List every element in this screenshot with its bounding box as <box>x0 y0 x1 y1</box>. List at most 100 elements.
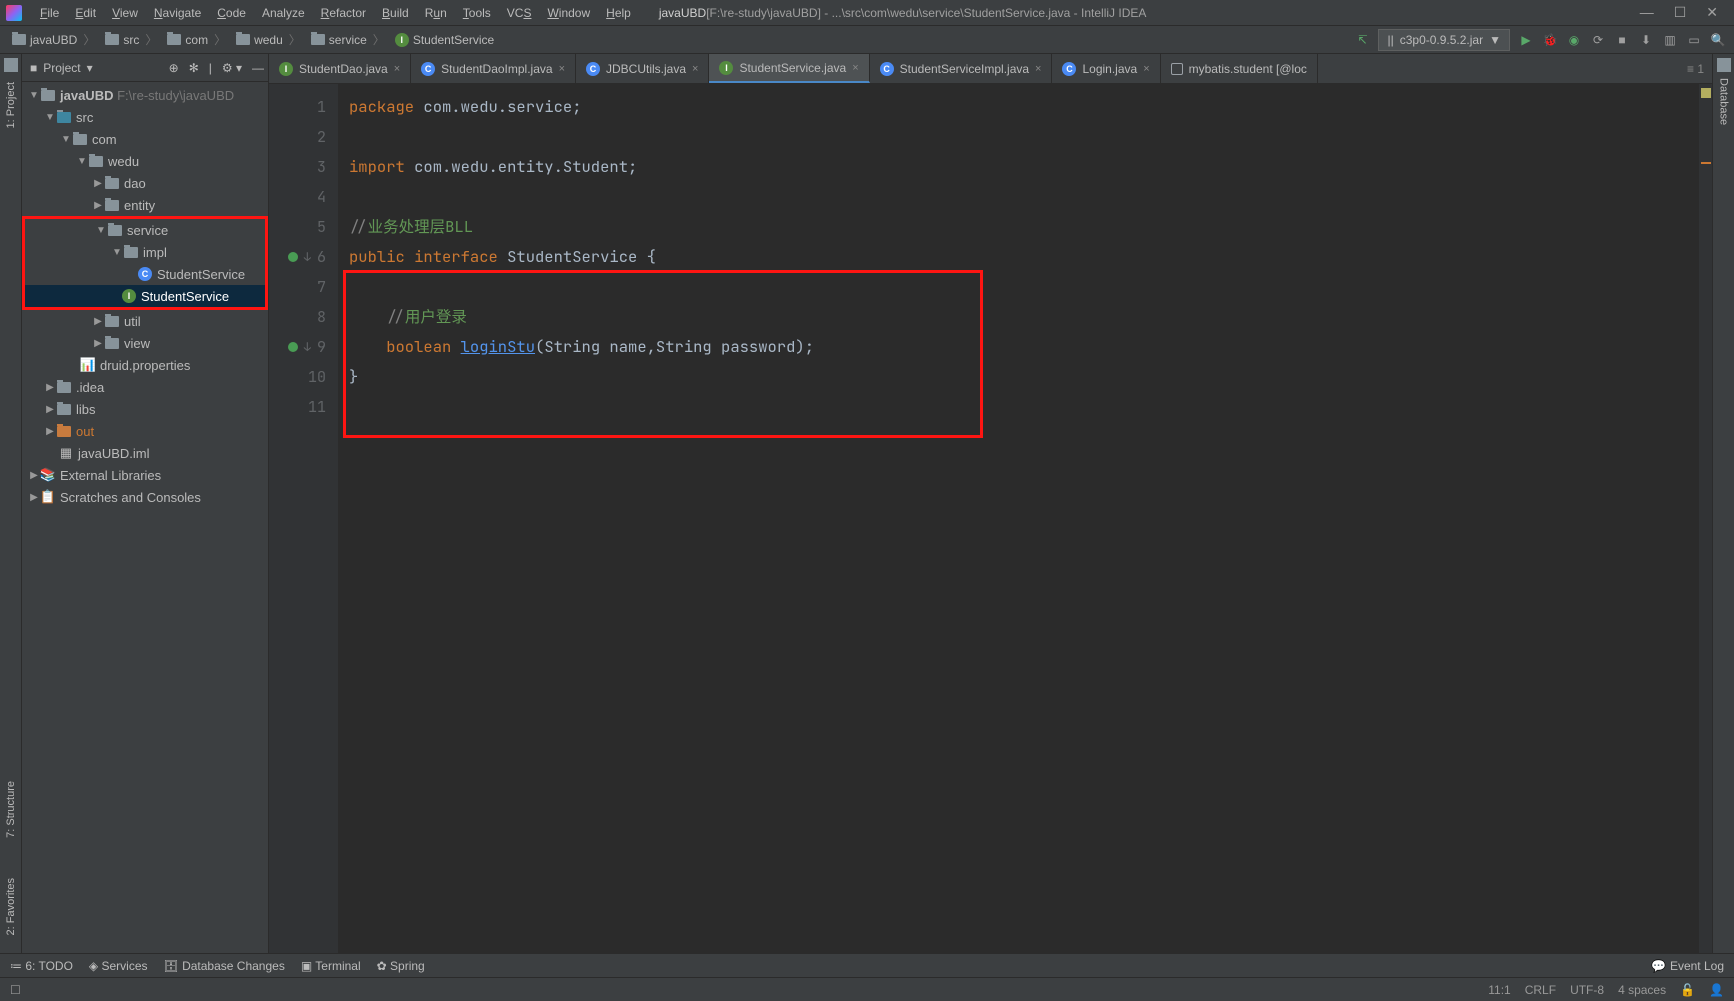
terminal-tool-tab[interactable]: ▣ Terminal <box>301 959 361 973</box>
tree-scratches[interactable]: ▶📋Scratches and Consoles <box>22 486 268 508</box>
close-icon[interactable]: × <box>1143 63 1149 75</box>
structure-tool-tab[interactable]: 7: Structure <box>5 775 17 844</box>
database-tool-tab[interactable]: Database <box>1718 72 1730 131</box>
tree-studentserviceimpl[interactable]: CStudentService <box>25 263 265 285</box>
tab-login[interactable]: CLogin.java× <box>1052 54 1160 83</box>
back-icon[interactable]: ↸ <box>1354 32 1370 48</box>
indent-status[interactable]: 4 spaces <box>1618 983 1666 997</box>
hide-icon[interactable]: — <box>252 61 264 75</box>
tab-studentdaoimpl[interactable]: CStudentDaoImpl.java× <box>411 54 576 83</box>
breadcrumb-class[interactable]: IStudentService <box>391 33 498 47</box>
dbchanges-tool-tab[interactable]: 🗄 Database Changes <box>164 959 285 973</box>
menu-tools[interactable]: Tools <box>455 4 499 22</box>
breadcrumb-wedu[interactable]: wedu〉 <box>232 31 307 48</box>
editor-gutter[interactable]: 1 2 3 4 5 ↓6 7 8 ↓9 10 11 <box>269 84 339 953</box>
tree-out[interactable]: ▶out <box>22 420 268 442</box>
tab-overflow[interactable]: ≡ 1 <box>1679 54 1712 83</box>
coverage-icon[interactable]: ◉ <box>1566 32 1582 48</box>
todo-tool-tab[interactable]: ≔ 6: TODO <box>10 959 73 973</box>
tree-service[interactable]: ▼service <box>25 219 265 241</box>
warning-stripe-mark[interactable] <box>1701 162 1711 164</box>
tree-wedu[interactable]: ▼wedu <box>22 150 268 172</box>
line-number[interactable]: 3 <box>269 152 334 182</box>
tree-root[interactable]: ▼javaUBD F:\re-study\javaUBD <box>22 84 268 106</box>
close-icon[interactable]: × <box>1035 63 1041 75</box>
locate-icon[interactable]: ⊕ <box>169 61 179 75</box>
minimize-icon[interactable]: — <box>1640 4 1654 21</box>
project-panel-title[interactable]: ■ Project ▾ <box>30 61 93 75</box>
close-icon[interactable]: × <box>559 63 565 75</box>
run-config-selector[interactable]: ||c3p0-0.9.5.2.jar▼ <box>1378 29 1510 51</box>
line-number[interactable]: 1 <box>269 92 334 122</box>
line-number[interactable]: 8 <box>269 302 334 332</box>
run-icon[interactable]: ▶ <box>1518 32 1534 48</box>
eventlog-tool-tab[interactable]: 💬 Event Log <box>1651 959 1724 973</box>
breadcrumb-src[interactable]: src〉 <box>101 31 163 48</box>
override-gutter-icon[interactable] <box>288 342 298 352</box>
breadcrumb-service[interactable]: service〉 <box>307 31 391 48</box>
menu-file[interactable]: File <box>32 4 67 22</box>
tree-impl[interactable]: ▼impl <box>25 241 265 263</box>
project-tree[interactable]: ▼javaUBD F:\re-study\javaUBD ▼src ▼com ▼… <box>22 82 268 953</box>
menu-help[interactable]: Help <box>598 4 639 22</box>
tab-studentserviceimpl[interactable]: CStudentServiceImpl.java× <box>870 54 1053 83</box>
readonly-lock-icon[interactable]: 🔓 <box>1680 983 1695 997</box>
warning-marker-icon[interactable] <box>1701 88 1711 98</box>
menu-vcs[interactable]: VCS <box>499 4 540 22</box>
database-tool-icon[interactable] <box>1717 58 1731 72</box>
search-icon[interactable]: 🔍 <box>1710 32 1726 48</box>
line-number[interactable]: 4 <box>269 182 334 212</box>
tree-dao[interactable]: ▶dao <box>22 172 268 194</box>
line-number[interactable]: ↓9 <box>269 332 334 362</box>
line-number[interactable]: 5 <box>269 212 334 242</box>
breadcrumb-com[interactable]: com〉 <box>163 31 232 48</box>
tree-src[interactable]: ▼src <box>22 106 268 128</box>
menu-build[interactable]: Build <box>374 4 417 22</box>
close-icon[interactable]: × <box>394 63 400 75</box>
menu-view[interactable]: View <box>104 4 146 22</box>
editor-marker-stripe[interactable] <box>1698 84 1712 953</box>
close-icon[interactable]: ✕ <box>1706 4 1718 21</box>
debug-icon[interactable]: 🐞 <box>1542 32 1558 48</box>
settings-icon[interactable]: ▭ <box>1686 32 1702 48</box>
line-number[interactable]: 7 <box>269 272 334 302</box>
line-number[interactable]: 10 <box>269 362 334 392</box>
tree-idea[interactable]: ▶.idea <box>22 376 268 398</box>
maximize-icon[interactable]: ☐ <box>1674 4 1687 21</box>
favorites-tool-tab[interactable]: 2: Favorites <box>5 872 17 941</box>
tree-view[interactable]: ▶view <box>22 332 268 354</box>
project-structure-icon[interactable]: ▥ <box>1662 32 1678 48</box>
line-number[interactable]: ↓6 <box>269 242 334 272</box>
settings-gear-icon[interactable]: ⚙ ▾ <box>222 61 242 75</box>
menu-window[interactable]: Window <box>539 4 598 22</box>
services-tool-tab[interactable]: ◈ Services <box>89 959 148 973</box>
tab-mybatis[interactable]: mybatis.student [@loc <box>1161 54 1318 83</box>
menu-run[interactable]: Run <box>417 4 455 22</box>
tree-entity[interactable]: ▶entity <box>22 194 268 216</box>
tree-extlibs[interactable]: ▶📚External Libraries <box>22 464 268 486</box>
tab-studentservice[interactable]: IStudentService.java× <box>709 54 869 83</box>
file-encoding[interactable]: UTF-8 <box>1570 983 1604 997</box>
menu-code[interactable]: Code <box>209 4 254 22</box>
menu-analyze[interactable]: Analyze <box>254 4 313 22</box>
tab-studentdao[interactable]: IStudentDao.java× <box>269 54 411 83</box>
close-icon[interactable]: × <box>852 62 858 74</box>
breadcrumb-root[interactable]: javaUBD〉 <box>8 31 101 48</box>
tree-studentservice[interactable]: IStudentService <box>25 285 265 307</box>
tab-jdbcutils[interactable]: CJDBCUtils.java× <box>576 54 709 83</box>
project-tool-tab[interactable]: 1: Project <box>5 76 17 134</box>
menu-refactor[interactable]: Refactor <box>313 4 374 22</box>
line-separator[interactable]: CRLF <box>1525 983 1556 997</box>
stop-icon[interactable]: ■ <box>1614 32 1630 48</box>
status-icon[interactable]: ☐ <box>10 983 21 997</box>
tree-iml[interactable]: ▦javaUBD.iml <box>22 442 268 464</box>
tree-com[interactable]: ▼com <box>22 128 268 150</box>
tree-libs[interactable]: ▶libs <box>22 398 268 420</box>
line-number[interactable]: 2 <box>269 122 334 152</box>
menu-edit[interactable]: Edit <box>67 4 104 22</box>
expand-icon[interactable]: ✻ <box>189 61 199 75</box>
project-tool-icon[interactable] <box>4 58 18 72</box>
override-gutter-icon[interactable] <box>288 252 298 262</box>
menu-navigate[interactable]: Navigate <box>146 4 209 22</box>
inspection-icon[interactable]: 👤 <box>1709 983 1724 997</box>
